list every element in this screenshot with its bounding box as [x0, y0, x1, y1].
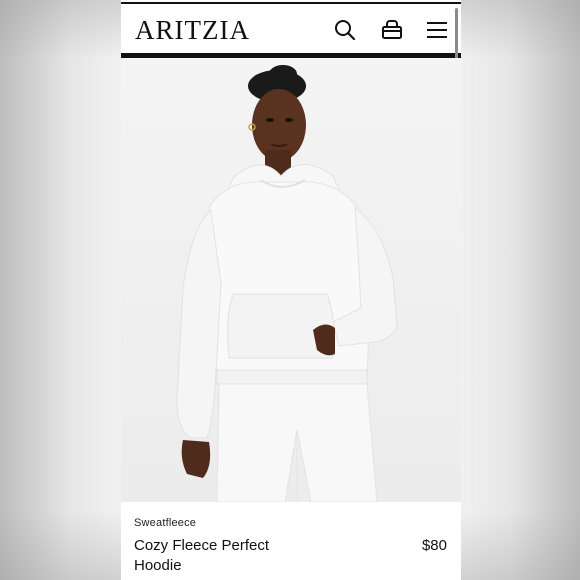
- brand-logo[interactable]: ARITZIA: [135, 13, 250, 47]
- product-image[interactable]: [121, 58, 461, 502]
- search-icon[interactable]: [333, 18, 357, 42]
- site-header: ARITZIA: [121, 2, 461, 55]
- menu-icon[interactable]: [425, 18, 449, 42]
- phone-screen: ARITZIA Sweatfleece Cozy Fleece Perfect …: [121, 0, 461, 580]
- shopping-bag-icon[interactable]: [380, 18, 404, 42]
- product-info[interactable]: Sweatfleece Cozy Fleece Perfect Hoodie $…: [121, 502, 461, 580]
- product-collection: Sweatfleece: [134, 517, 197, 529]
- sweatpants: [216, 383, 378, 502]
- product-price: $80: [421, 537, 447, 554]
- product-name[interactable]: Cozy Fleece Perfect Hoodie: [134, 536, 304, 576]
